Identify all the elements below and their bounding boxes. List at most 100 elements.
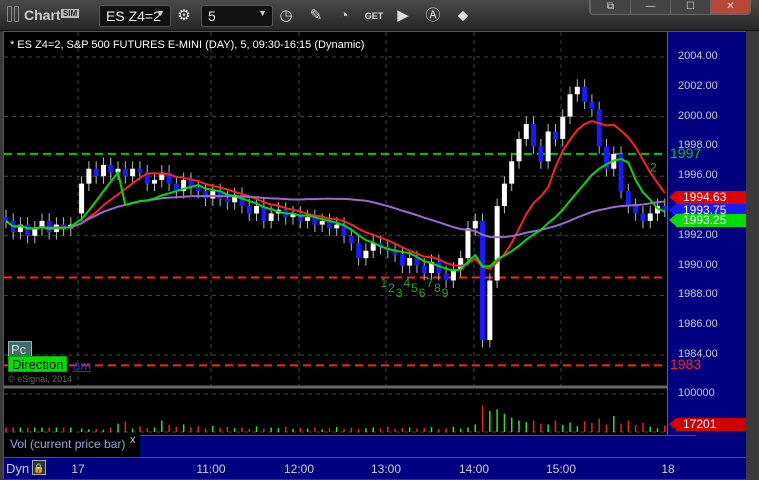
direction-label[interactable]: Direction — [8, 356, 68, 372]
price-tick-label: 1996.00 — [678, 169, 718, 182]
time-tick-label: 18 — [661, 462, 675, 476]
chevron-down-icon: ▼ — [156, 8, 165, 18]
candle-body — [443, 273, 449, 281]
candle-body — [122, 168, 128, 177]
volume-current-tag: 17201 — [669, 418, 746, 432]
price-tag: 1993.25 — [669, 214, 746, 228]
candle-body — [305, 217, 311, 221]
candle-body — [268, 213, 274, 221]
link-icon[interactable]: ⬥ — [452, 6, 474, 26]
price-tick-label: 2004.00 — [678, 50, 718, 62]
candle-body — [472, 220, 478, 229]
candle-body — [545, 131, 551, 162]
time-axis[interactable]: Dyn 🔒 17 11:00 12:00 13:00 14:00 15:00 18 — [4, 457, 746, 479]
volume-footer — [140, 435, 696, 457]
sequence-count: 1 — [380, 276, 387, 290]
candle-body — [25, 224, 31, 236]
time-tick-label: 15:00 — [545, 462, 577, 476]
candle-body — [399, 254, 405, 266]
alert-icon[interactable]: Ⓐ — [422, 6, 444, 26]
time-tick-label: 11:00 — [196, 462, 226, 476]
drag-grip[interactable] — [7, 6, 12, 22]
candle-body — [516, 138, 522, 162]
sequence-count: 6 — [419, 286, 426, 300]
price-tick-label: 2000.00 — [678, 109, 718, 122]
minimize-icon[interactable]: — — [630, 0, 670, 14]
candle-body — [589, 101, 595, 110]
close-study-icon[interactable]: x — [130, 434, 136, 446]
candle-body — [348, 235, 354, 244]
candle-body — [254, 206, 260, 214]
lock-icon[interactable]: 🔒 — [32, 460, 46, 475]
study-icon[interactable]: ◔ — [333, 6, 355, 26]
slow-ma-line — [5, 194, 665, 239]
candle-body — [93, 168, 99, 177]
candle-body — [640, 213, 646, 221]
candle-body — [647, 213, 653, 221]
price-tick-label: 2002.00 — [678, 79, 718, 92]
candle-body — [152, 179, 157, 184]
candle-body — [203, 191, 209, 199]
candle-body — [319, 220, 325, 225]
sequence-count: 9 — [442, 286, 449, 300]
level-label-1983: 1983 — [670, 356, 702, 373]
sim-badge: SIM — [61, 9, 80, 18]
candle-body — [567, 94, 573, 117]
pencil-icon[interactable]: ✎ — [305, 6, 327, 26]
chart-window: 1234567892 * ES Z4=2, S&P 500 FUTURES E-… — [3, 31, 746, 479]
get-icon[interactable]: GET — [363, 6, 385, 26]
play-icon[interactable]: ▶ — [392, 6, 414, 26]
level-label-1997: 1997 — [670, 144, 702, 161]
time-tick-label: 14:00 — [458, 462, 490, 476]
candle-body — [356, 243, 362, 259]
candle-body — [465, 228, 471, 259]
chart-title: * ES Z4=2, S&P 500 FUTURES E-MINI (DAY),… — [10, 39, 365, 51]
price-axis[interactable]: 2004.002002.002000.001998.001996.001994.… — [667, 32, 746, 457]
symbol-combo[interactable]: ES Z4=2 ▼ — [99, 5, 171, 27]
close-icon[interactable]: ✕ — [710, 0, 750, 14]
candle-body — [363, 250, 369, 259]
toolbar: Chart SIM ES Z4=2 ▼ ⚙ 5 ▼ ◷ ✎ ◔ GET ▶ Ⓐ ⬥ … — [0, 0, 759, 31]
candle-body — [137, 168, 143, 173]
price-tick-label: 1988.00 — [678, 288, 718, 301]
candle-body — [480, 220, 486, 341]
link-text[interactable]: om — [73, 358, 91, 373]
pc-button[interactable]: Pc — [8, 341, 32, 357]
candle-body — [552, 131, 558, 139]
candle-body — [531, 124, 537, 147]
candle-body — [414, 258, 420, 266]
candle-body — [79, 183, 85, 214]
candle-body — [210, 191, 216, 199]
candle-body — [100, 165, 106, 177]
fast-ma-line — [5, 120, 666, 270]
candle-body — [32, 228, 38, 236]
candle-body — [4, 217, 9, 221]
candle-body — [46, 220, 52, 233]
time-tick-label: 13:00 — [370, 462, 402, 476]
candle-body — [487, 280, 493, 341]
restore-menu-icon[interactable]: ⧉ — [590, 0, 630, 14]
sequence-count: 4 — [403, 276, 410, 290]
candle-body — [596, 109, 602, 147]
candle-body — [246, 206, 252, 214]
volume-tick-label: 100000 — [678, 387, 715, 399]
maximize-icon[interactable]: ☐ — [670, 0, 710, 14]
settings-gear-icon[interactable]: ⚙ — [173, 6, 195, 26]
time-tick-label: 17 — [71, 462, 85, 476]
price-chart[interactable]: 1 2 34 5 67 8 92 — [4, 32, 746, 479]
candle-body — [501, 183, 507, 206]
candle-body — [523, 124, 529, 139]
time-tick-label: 12:00 — [283, 462, 315, 476]
candle-body — [224, 198, 230, 203]
price-tick-label: 1992.00 — [678, 228, 718, 241]
price-tick-label: 1986.00 — [678, 318, 718, 331]
interval-combo[interactable]: 5 ▼ — [201, 5, 273, 27]
interval-value: 5 — [208, 8, 216, 24]
candle-body — [625, 191, 631, 206]
sequence-count: 2 — [650, 161, 657, 175]
clock-icon[interactable]: ◷ — [275, 6, 297, 26]
dynamic-mode-label: Dyn — [6, 461, 30, 476]
sequence-count: 5 — [411, 281, 418, 295]
drag-grip[interactable] — [14, 6, 19, 22]
candle-body — [130, 168, 136, 177]
